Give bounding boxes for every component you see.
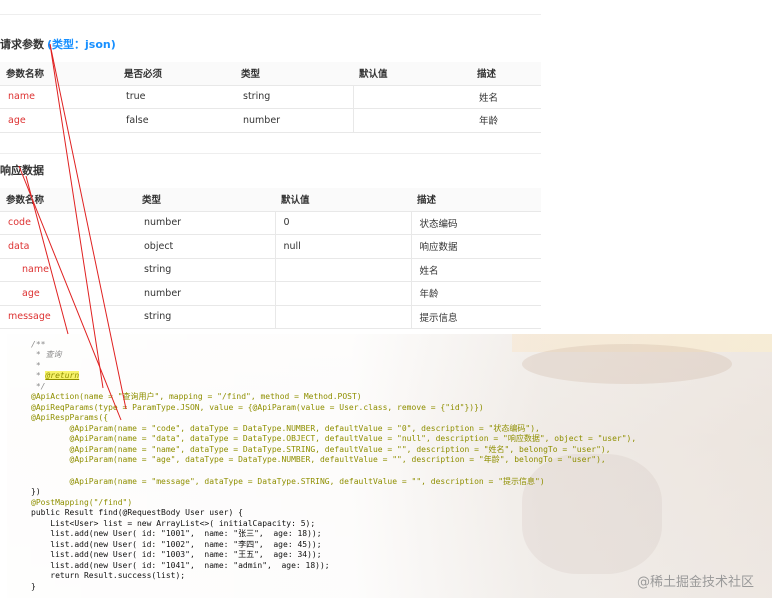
response-data-table: 参数名称 类型 默认值 描述 code number 0 状态编码 data o… bbox=[0, 188, 541, 329]
code-line: public Result find(@RequestBody User use… bbox=[31, 508, 243, 517]
required-cell: false bbox=[118, 108, 235, 133]
header-cell: 默认值 bbox=[353, 62, 471, 86]
desc-cell: 状态编码 bbox=[411, 211, 541, 235]
param-name-cell: code bbox=[0, 211, 136, 235]
code-line: @ApiAction(name = "查询用户", mapping = "/fi… bbox=[31, 392, 362, 401]
watermark: @稀土掘金技术社区 bbox=[636, 575, 754, 590]
code-line: @ApiParam(name = "data", dataType = Data… bbox=[31, 434, 637, 443]
type-cell: string bbox=[136, 305, 276, 329]
header-cell: 描述 bbox=[471, 62, 541, 86]
table-header-row: 参数名称 是否必须 类型 默认值 描述 bbox=[0, 62, 541, 86]
header-cell: 类型 bbox=[235, 62, 353, 86]
code-line: list.add(new User( id: "1041", name: "ad… bbox=[31, 561, 330, 570]
request-params-table: 参数名称 是否必须 类型 默认值 描述 name true string 姓名 … bbox=[0, 62, 541, 133]
code-line: * bbox=[31, 361, 41, 370]
default-cell bbox=[275, 305, 412, 329]
code-line: List<User> list = new ArrayList<>( initi… bbox=[31, 519, 316, 528]
default-cell: 0 bbox=[275, 211, 412, 235]
header-cell: 描述 bbox=[411, 188, 541, 212]
request-params-title: 请求参数 (类型：json) bbox=[0, 36, 116, 52]
type-cell: string bbox=[235, 85, 354, 109]
api-doc-panel: 请求参数 (类型：json) 参数名称 是否必须 类型 默认值 描述 name t… bbox=[0, 0, 541, 334]
code-line: list.add(new User( id: "1001", name: "张三… bbox=[31, 529, 322, 538]
code-line: @PostMapping("/find") bbox=[31, 498, 133, 507]
default-cell bbox=[353, 108, 471, 133]
type-cell: object bbox=[136, 234, 276, 259]
code-token: * bbox=[31, 371, 46, 380]
code-line: return Result.success(list); bbox=[31, 571, 186, 580]
code-line: @ApiParam(name = "message", dataType = D… bbox=[31, 477, 545, 486]
table-row: code number 0 状态编码 bbox=[0, 211, 541, 235]
request-title-text: 请求参数 bbox=[0, 38, 44, 51]
header-cell: 是否必须 bbox=[118, 62, 235, 86]
desc-cell: 姓名 bbox=[411, 258, 541, 282]
background-decoration bbox=[522, 344, 732, 384]
response-title-text: 响应数据 bbox=[0, 164, 44, 177]
background-decoration bbox=[522, 454, 662, 574]
table-header-row: 参数名称 类型 默认值 描述 bbox=[0, 188, 541, 212]
header-cell: 默认值 bbox=[275, 188, 411, 212]
header-cell: 参数名称 bbox=[0, 62, 118, 86]
table-row: name string 姓名 bbox=[0, 258, 541, 282]
default-cell bbox=[275, 258, 412, 282]
code-line: @ApiReqParams(type = ParamType.JSON, val… bbox=[31, 403, 484, 412]
code-line: @ApiParam(name = "age", dataType = DataT… bbox=[31, 455, 606, 464]
table-row: data object null 响应数据 bbox=[0, 234, 541, 259]
default-cell: null bbox=[275, 234, 412, 259]
code-line: * 查询 bbox=[31, 350, 62, 359]
code-line: list.add(new User( id: "1002", name: "李四… bbox=[31, 540, 322, 549]
required-cell: true bbox=[118, 85, 235, 109]
code-line: @ApiParam(name = "code", dataType = Data… bbox=[31, 424, 540, 433]
desc-cell: 年龄 bbox=[411, 281, 541, 306]
default-cell bbox=[275, 281, 412, 306]
code-screenshot: /** * 查询 * * @return */ @ApiAction(name … bbox=[7, 334, 772, 598]
code-line: } bbox=[31, 582, 36, 591]
param-name-cell: name bbox=[0, 85, 118, 109]
param-name-cell: age bbox=[0, 108, 118, 133]
code-line: * @return bbox=[31, 371, 80, 382]
param-name-cell: age bbox=[0, 281, 136, 306]
table-row: message string 提示信息 bbox=[0, 305, 541, 329]
type-cell: string bbox=[136, 258, 276, 282]
type-cell: number bbox=[136, 211, 276, 235]
table-row: age false number 年龄 bbox=[0, 108, 541, 133]
code-line: @ApiRespParams({ bbox=[31, 413, 109, 422]
table-row: name true string 姓名 bbox=[0, 85, 541, 109]
param-name-cell: data bbox=[0, 234, 136, 259]
code-line: }) bbox=[31, 487, 41, 496]
desc-cell: 提示信息 bbox=[411, 305, 541, 329]
param-name-cell: name bbox=[0, 258, 136, 282]
divider bbox=[0, 153, 541, 154]
param-name-cell: message bbox=[0, 305, 136, 329]
desc-cell: 响应数据 bbox=[411, 234, 541, 259]
code-line: */ bbox=[31, 382, 46, 391]
type-cell: number bbox=[136, 281, 276, 306]
type-cell: number bbox=[235, 108, 354, 133]
request-type-tag: (类型：json) bbox=[47, 38, 116, 51]
code-token: @return bbox=[45, 371, 80, 380]
code-line: @ApiParam(name = "name", dataType = Data… bbox=[31, 445, 611, 454]
response-data-title: 响应数据 bbox=[0, 162, 44, 178]
header-cell: 类型 bbox=[136, 188, 275, 212]
default-cell bbox=[353, 85, 471, 109]
divider bbox=[0, 14, 541, 15]
table-row: age number 年龄 bbox=[0, 281, 541, 306]
desc-cell: 年龄 bbox=[471, 108, 541, 133]
code-line: /** bbox=[31, 340, 46, 349]
header-cell: 参数名称 bbox=[0, 188, 136, 212]
desc-cell: 姓名 bbox=[471, 85, 541, 109]
code-line: list.add(new User( id: "1003", name: "王五… bbox=[31, 550, 322, 559]
